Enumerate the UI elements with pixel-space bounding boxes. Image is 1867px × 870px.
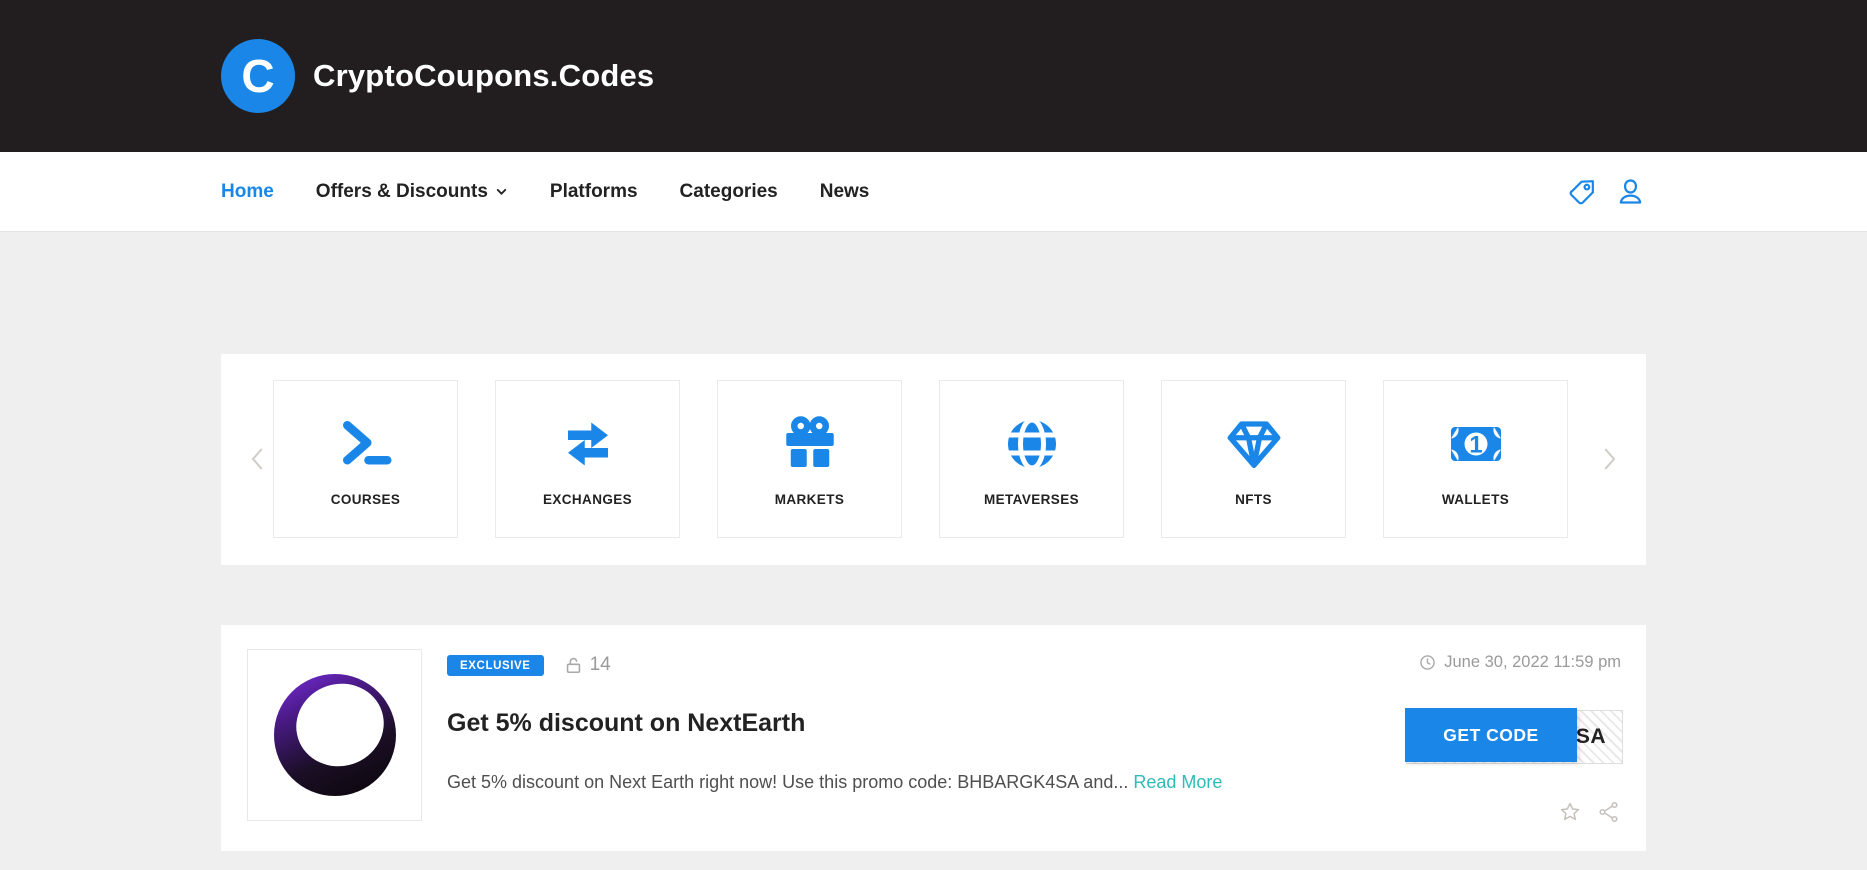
carousel-track: COURSES EXCHANGES MARKETS [221,354,1646,538]
nav-item-home[interactable]: Home [221,181,274,203]
category-card-wallets[interactable]: 1 WALLETS [1383,380,1568,538]
exchange-arrows-icon [557,414,619,474]
coupon-description-text: Get 5% discount on Next Earth right now!… [447,772,1128,792]
brand-name: CryptoCoupons.Codes [313,58,654,94]
svg-text:1: 1 [1469,431,1482,458]
expiry-date: June 30, 2022 11:59 pm [1419,653,1621,672]
coupon-card: EXCLUSIVE 14 Get 5% discount on NextEart… [221,625,1646,851]
nextearth-logo [274,674,396,796]
logo-icon: C [221,39,295,113]
coupon-thumbnail[interactable] [247,649,422,821]
category-card-courses[interactable]: COURSES [273,380,458,538]
terminal-icon [335,414,397,474]
gift-icon [779,414,841,474]
main-nav: Home Offers & Discounts Platforms Catego… [0,152,1867,232]
category-label: NFTS [1235,492,1272,507]
category-label: EXCHANGES [543,492,632,507]
share-icon[interactable] [1597,800,1621,824]
gem-icon [1222,414,1286,474]
nav-menu: Home Offers & Discounts Platforms Catego… [221,181,869,203]
category-card-metaverses[interactable]: METAVERSES [939,380,1124,538]
category-card-markets[interactable]: MARKETS [717,380,902,538]
tag-icon[interactable] [1567,176,1598,207]
category-card-nfts[interactable]: NFTS [1161,380,1346,538]
coupon-code-box[interactable]: SA GET CODE [1406,710,1623,764]
nav-item-platforms[interactable]: Platforms [550,181,638,203]
lock-icon [564,656,583,675]
coupon-description: Get 5% discount on Next Earth right now!… [447,772,1222,793]
brand-logo[interactable]: C CryptoCoupons.Codes [221,39,1646,113]
globe-icon [1001,414,1063,474]
category-label: METAVERSES [984,492,1079,507]
uses-count: 14 [590,654,611,676]
carousel-prev-icon[interactable] [243,444,273,474]
carousel-next-icon[interactable] [1594,444,1624,474]
category-label: WALLETS [1442,492,1509,507]
money-bill-icon: 1 [1445,414,1507,474]
coupon-title[interactable]: Get 5% discount on NextEarth [447,709,805,738]
user-icon[interactable] [1615,176,1646,207]
category-carousel: COURSES EXCHANGES MARKETS [221,354,1646,565]
category-card-exchanges[interactable]: EXCHANGES [495,380,680,538]
nav-item-news[interactable]: News [820,181,870,203]
get-code-button[interactable]: GET CODE [1405,708,1577,762]
expiry-text: June 30, 2022 11:59 pm [1444,653,1621,672]
nav-item-offers-discounts[interactable]: Offers & Discounts [316,181,508,203]
favorite-star-icon[interactable] [1558,800,1582,824]
site-header: C CryptoCoupons.Codes [0,0,1867,152]
read-more-link[interactable]: Read More [1133,772,1222,792]
exclusive-badge: EXCLUSIVE [447,655,544,676]
nav-item-categories[interactable]: Categories [680,181,778,203]
nav-item-label: Offers & Discounts [316,181,488,203]
clock-icon [1419,654,1436,671]
category-label: MARKETS [775,492,845,507]
uses-counter: 14 [564,654,611,676]
chevron-down-icon [495,185,508,198]
category-label: COURSES [331,492,401,507]
